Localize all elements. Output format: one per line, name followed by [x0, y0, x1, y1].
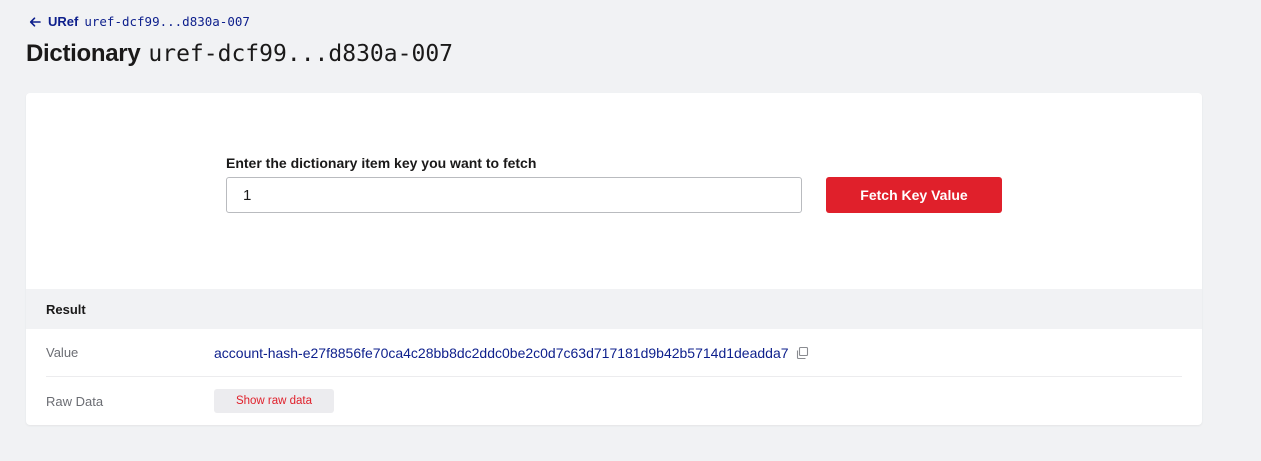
result-header: Result	[26, 289, 1202, 329]
dictionary-card: Enter the dictionary item key you want t…	[26, 93, 1202, 425]
result-row-value: Value account-hash-e27f8856fe70ca4c28bb8…	[46, 329, 1182, 377]
page-title-id: uref-dcf99...d830a-007	[148, 41, 454, 67]
page-title-label: Dictionary	[26, 40, 141, 67]
page-title: Dictionary uref-dcf99...d830a-007	[26, 40, 453, 68]
result-row-raw-data: Raw Data Show raw data	[46, 378, 1182, 424]
account-hash-link[interactable]: account-hash-e27f8856fe70ca4c28bb8dc2ddc…	[214, 345, 789, 361]
copy-icon[interactable]	[795, 346, 809, 360]
show-raw-data-button[interactable]: Show raw data	[214, 389, 334, 413]
breadcrumb-uref-link[interactable]: URef	[48, 14, 78, 29]
fetch-key-label: Enter the dictionary item key you want t…	[226, 155, 537, 171]
fetch-key-value-button[interactable]: Fetch Key Value	[826, 177, 1002, 213]
arrow-left-icon[interactable]	[28, 15, 42, 29]
breadcrumb-uref-id[interactable]: uref-dcf99...d830a-007	[84, 14, 250, 29]
value-label: Value	[46, 345, 79, 360]
breadcrumb[interactable]: URef uref-dcf99...d830a-007	[28, 14, 250, 29]
raw-data-label: Raw Data	[46, 393, 104, 409]
dictionary-key-input[interactable]	[226, 177, 802, 213]
